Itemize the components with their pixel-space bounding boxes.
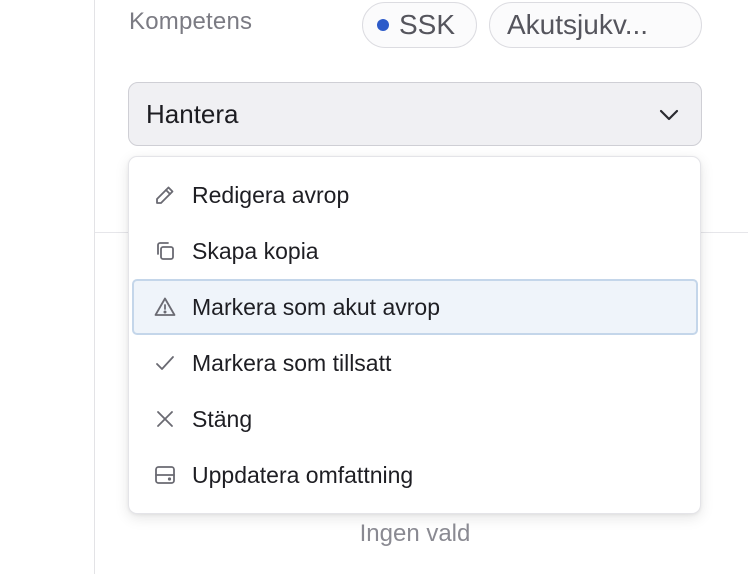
warning-triangle-icon xyxy=(152,294,178,320)
check-icon xyxy=(152,350,178,376)
menu-item-markera-tillsatt[interactable]: Markera som tillsatt xyxy=(132,335,698,391)
competence-label: Kompetens xyxy=(129,8,253,35)
manage-dropdown[interactable]: Hantera xyxy=(128,82,702,146)
chip-label: Akutsjukv... xyxy=(507,9,649,40)
menu-item-label: Markera som tillsatt xyxy=(192,349,392,376)
menu-item-label: Markera som akut avrop xyxy=(192,293,440,320)
manage-menu: Redigera avrop Skapa kopia Markera som a… xyxy=(128,156,701,514)
competence-chip-ssk[interactable]: SSK xyxy=(362,2,477,48)
app-canvas: Kompetens SSK Akutsjukv... Hantera Redig… xyxy=(0,0,748,574)
menu-item-label: Redigera avrop xyxy=(192,181,350,208)
menu-item-label: Uppdatera omfattning xyxy=(192,461,414,488)
server-icon xyxy=(152,462,178,488)
copy-icon xyxy=(152,238,178,264)
competence-chip-akutsjukvard[interactable]: Akutsjukv... xyxy=(489,2,702,48)
chevron-down-icon xyxy=(657,103,681,127)
menu-item-skapa-kopia[interactable]: Skapa kopia xyxy=(132,223,698,279)
manage-dropdown-label: Hantera xyxy=(146,98,239,129)
empty-selection-text: Ingen vald xyxy=(359,520,471,547)
menu-item-label: Stäng xyxy=(192,405,253,432)
menu-item-markera-akut[interactable]: Markera som akut avrop xyxy=(132,279,698,335)
close-icon xyxy=(152,406,178,432)
chip-label: SSK xyxy=(399,9,456,40)
menu-item-redigera-avrop[interactable]: Redigera avrop xyxy=(132,167,698,223)
menu-item-stang[interactable]: Stäng xyxy=(132,391,698,447)
panel-border xyxy=(94,0,95,574)
menu-item-uppdatera-omfattning[interactable]: Uppdatera omfattning xyxy=(132,447,698,503)
menu-item-label: Skapa kopia xyxy=(192,237,319,264)
status-dot xyxy=(377,19,389,31)
pencil-icon xyxy=(152,182,178,208)
